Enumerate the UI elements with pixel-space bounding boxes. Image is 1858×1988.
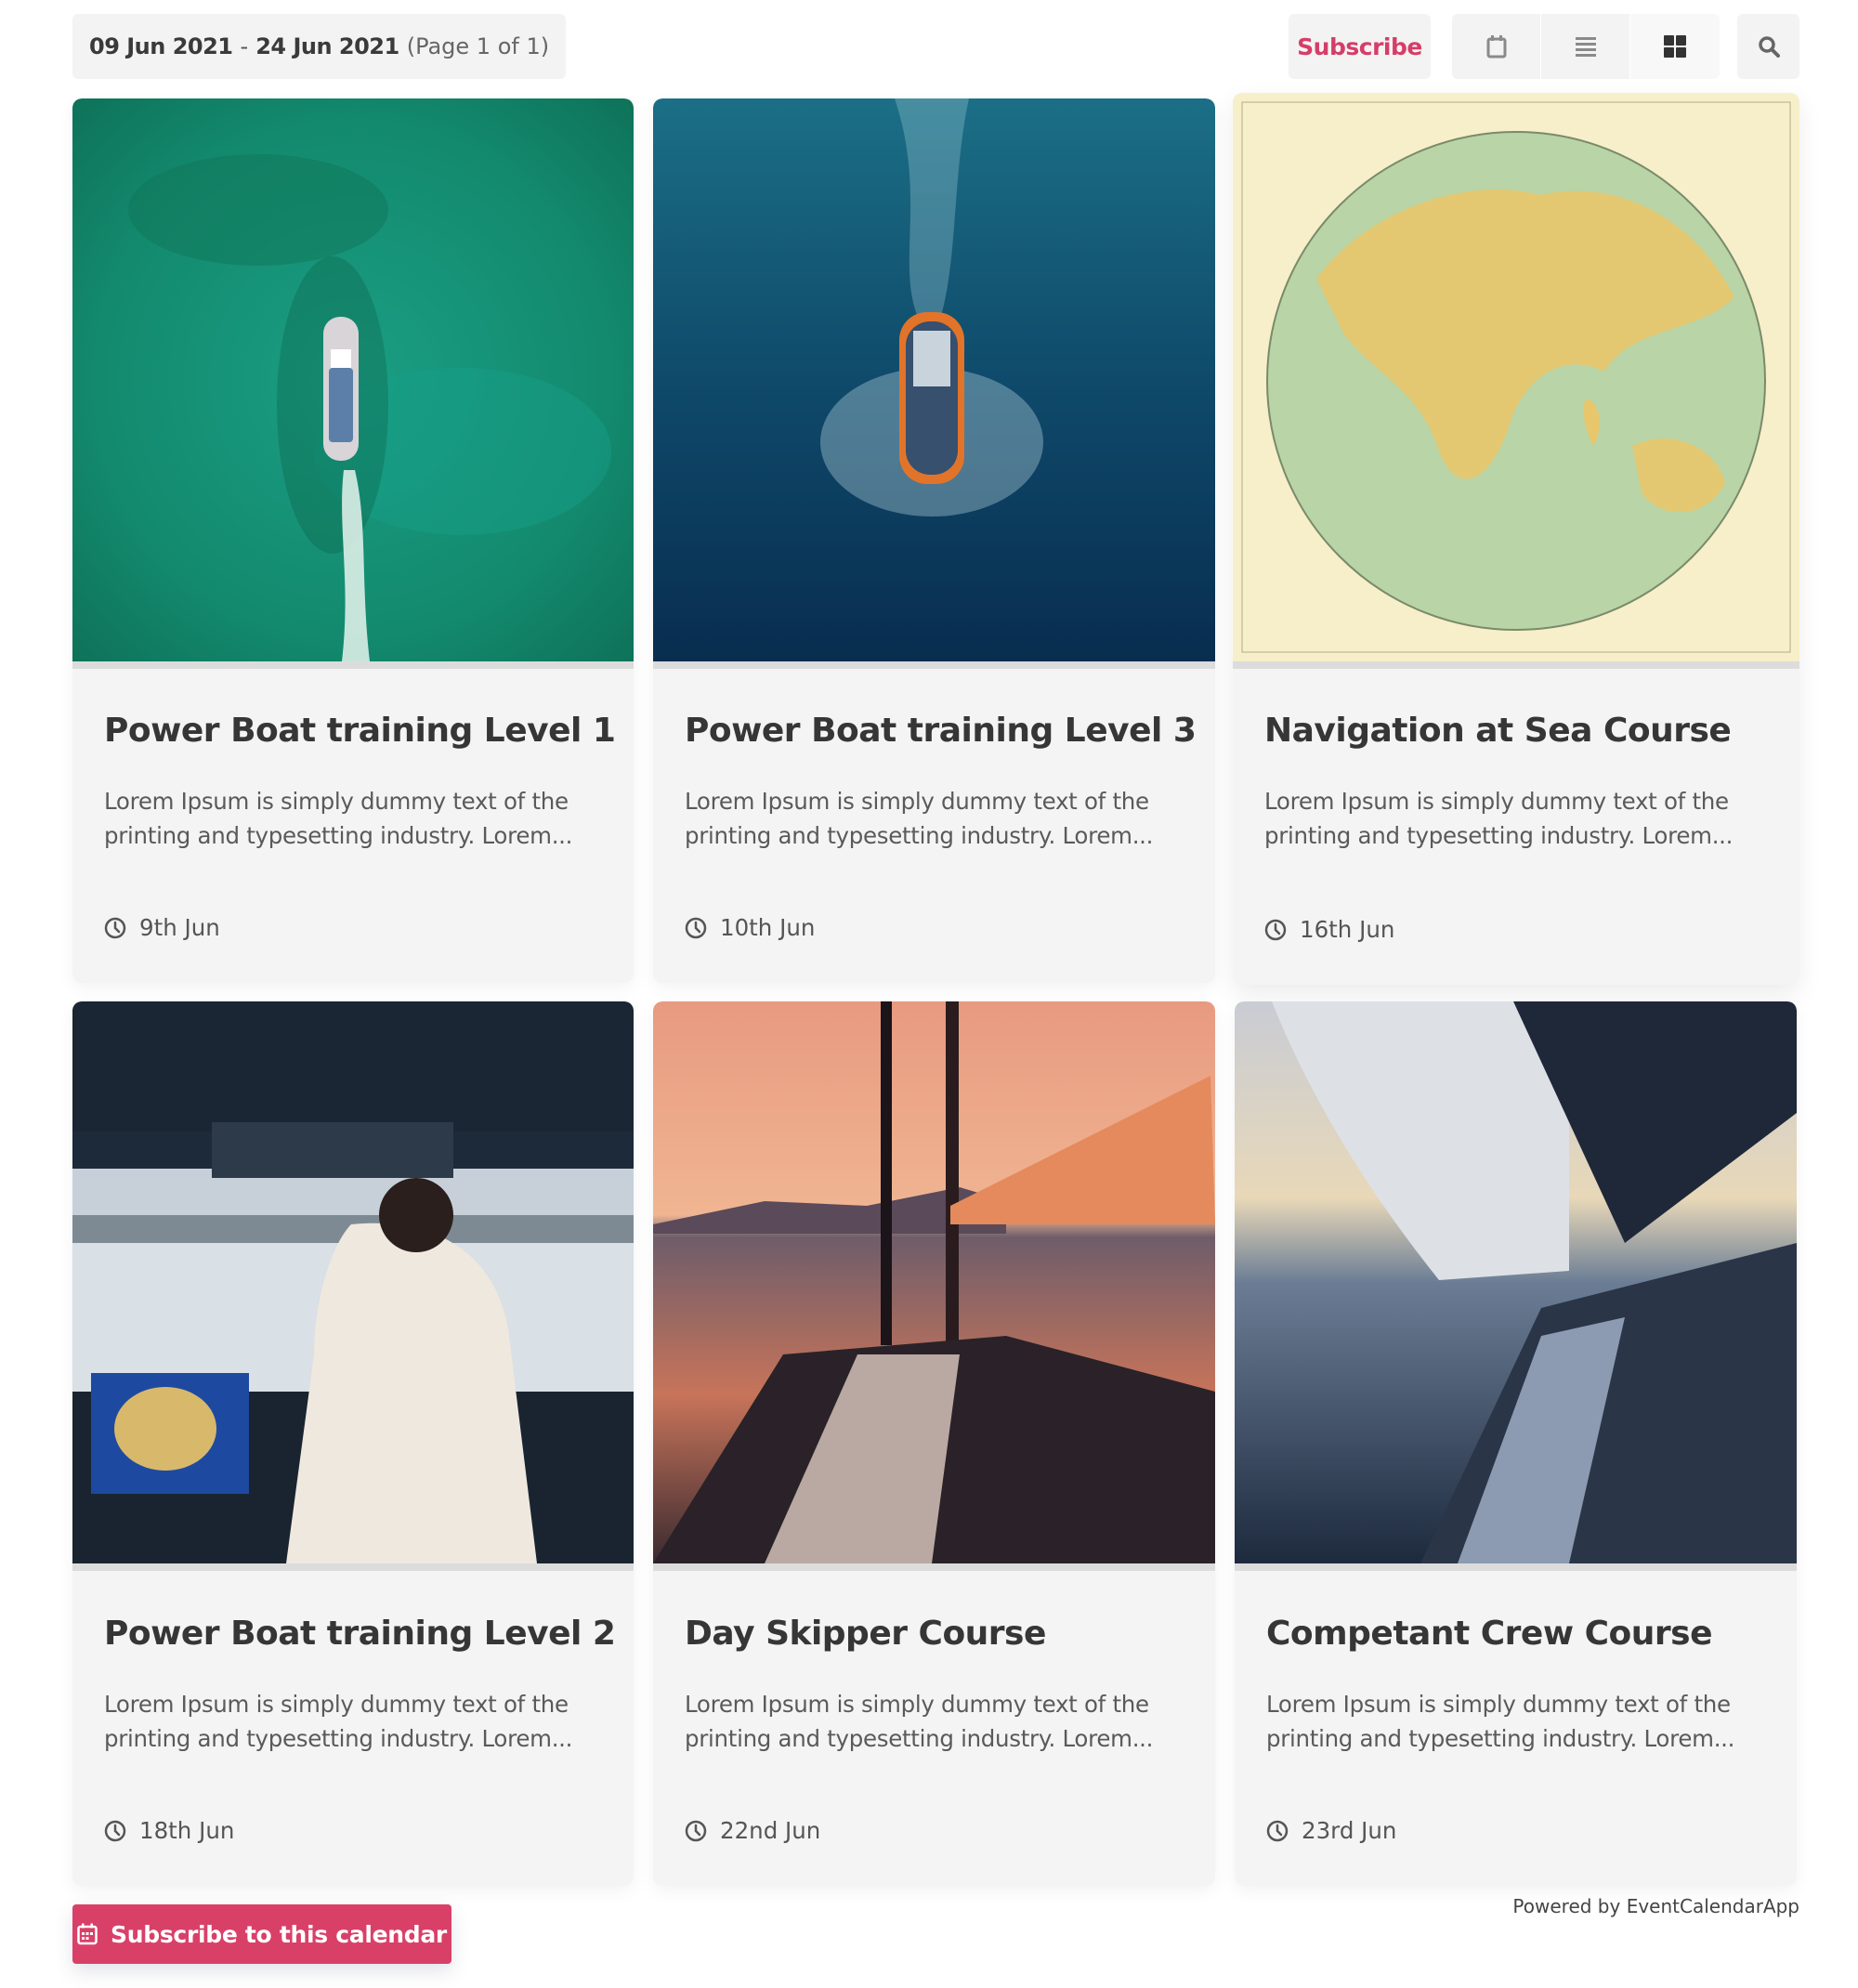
- event-title[interactable]: Competant Crew Course: [1266, 1615, 1712, 1653]
- event-title[interactable]: Power Boat training Level 1: [104, 712, 616, 750]
- image-divider: [72, 661, 634, 669]
- subscribe-calendar-label: Subscribe to this calendar: [111, 1920, 447, 1948]
- event-date-text: 22nd Jun: [720, 1817, 821, 1844]
- calendar-icon: [77, 1923, 98, 1945]
- grid-icon: [1664, 35, 1686, 58]
- subscribe-button[interactable]: Subscribe: [1289, 14, 1431, 79]
- clock-icon: [104, 917, 126, 938]
- event-description: Lorem Ipsum is simply dummy text of the …: [1264, 788, 1734, 849]
- event-date-text: 16th Jun: [1300, 916, 1395, 943]
- page-info: (Page 1 of 1): [406, 33, 550, 59]
- event-image: [72, 1001, 634, 1563]
- search-icon: [1758, 36, 1780, 58]
- event-card[interactable]: Power Boat training Level 2 Lorem Ipsum …: [72, 1001, 634, 1886]
- image-divider: [1235, 1563, 1797, 1571]
- event-date: 22nd Jun: [685, 1817, 820, 1844]
- image-divider: [653, 1563, 1215, 1571]
- search-button[interactable]: [1737, 14, 1799, 79]
- event-date-text: 23rd Jun: [1302, 1817, 1397, 1844]
- event-description: Lorem Ipsum is simply dummy text of the …: [1266, 1691, 1735, 1752]
- clock-icon: [685, 917, 707, 938]
- date-end: 24 Jun 2021: [255, 33, 399, 59]
- event-description: Lorem Ipsum is simply dummy text of the …: [104, 788, 573, 849]
- clock-icon: [1264, 919, 1287, 940]
- event-title[interactable]: Navigation at Sea Course: [1264, 712, 1732, 750]
- date-range-label: 09 Jun 2021 - 24 Jun 2021 (Page 1 of 1): [72, 14, 567, 79]
- event-card[interactable]: Competant Crew Course Lorem Ipsum is sim…: [1235, 1001, 1797, 1886]
- view-switcher: [1452, 14, 1720, 79]
- date-separator: -: [240, 33, 249, 59]
- event-card[interactable]: Power Boat training Level 1 Lorem Ipsum …: [72, 98, 634, 983]
- event-image: [653, 1001, 1215, 1563]
- event-date-text: 9th Jun: [139, 914, 220, 941]
- powered-by-link[interactable]: Powered by EventCalendarApp: [1512, 1895, 1799, 1917]
- event-date: 16th Jun: [1264, 916, 1394, 943]
- event-date: 10th Jun: [685, 914, 815, 941]
- event-date: 18th Jun: [104, 1817, 234, 1844]
- event-description: Lorem Ipsum is simply dummy text of the …: [685, 788, 1154, 849]
- event-card[interactable]: Navigation at Sea Course Lorem Ipsum is …: [1233, 93, 1799, 985]
- grid-view-button[interactable]: [1630, 14, 1720, 79]
- clock-icon: [685, 1820, 707, 1841]
- event-image: [72, 98, 634, 661]
- event-title[interactable]: Day Skipper Course: [685, 1615, 1046, 1653]
- event-date: 23rd Jun: [1266, 1817, 1396, 1844]
- event-description: Lorem Ipsum is simply dummy text of the …: [685, 1691, 1154, 1752]
- event-image: [1235, 1001, 1797, 1563]
- calendar-icon: [1486, 35, 1506, 59]
- clock-icon: [1266, 1820, 1289, 1841]
- list-view-button[interactable]: [1541, 14, 1630, 79]
- calendar-view-button[interactable]: [1452, 14, 1541, 79]
- event-card[interactable]: Power Boat training Level 3 Lorem Ipsum …: [653, 98, 1215, 983]
- event-description: Lorem Ipsum is simply dummy text of the …: [104, 1691, 573, 1752]
- event-date-text: 18th Jun: [139, 1817, 235, 1844]
- date-start: 09 Jun 2021: [89, 33, 233, 59]
- subscribe-calendar-button[interactable]: Subscribe to this calendar: [72, 1904, 451, 1964]
- clock-icon: [104, 1820, 126, 1841]
- event-card[interactable]: Day Skipper Course Lorem Ipsum is simply…: [653, 1001, 1215, 1886]
- event-image: [1233, 93, 1799, 661]
- event-title[interactable]: Power Boat training Level 3: [685, 712, 1197, 750]
- event-date: 9th Jun: [104, 914, 220, 941]
- image-divider: [1233, 661, 1799, 669]
- event-title[interactable]: Power Boat training Level 2: [104, 1615, 616, 1653]
- event-image: [653, 98, 1215, 661]
- image-divider: [653, 661, 1215, 669]
- event-date-text: 10th Jun: [720, 914, 816, 941]
- image-divider: [72, 1563, 634, 1571]
- list-icon: [1575, 37, 1596, 57]
